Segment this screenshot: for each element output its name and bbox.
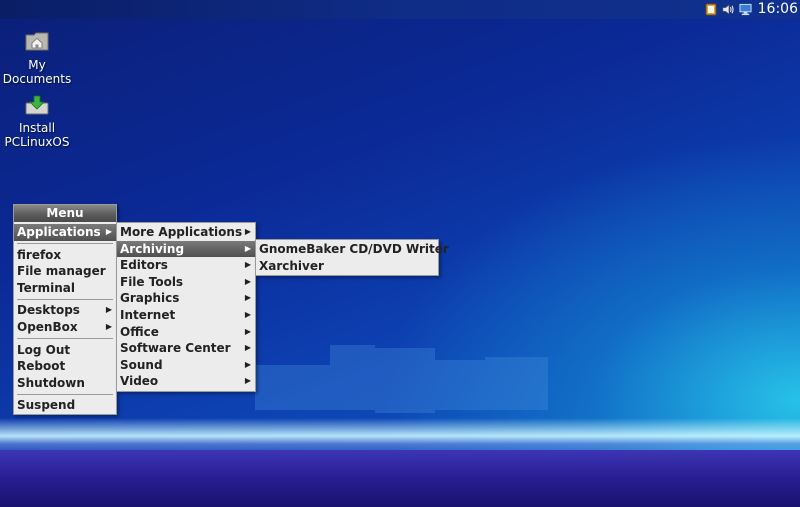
menu-item-label: Xarchiver (259, 258, 324, 273)
menu-item-label: Shutdown (17, 375, 85, 390)
submenu-arrow-icon: ▶ (244, 309, 251, 319)
submenu-arrow-icon: ▶ (244, 359, 251, 369)
menu-separator (17, 393, 113, 395)
menu-item-graphics[interactable]: Graphics ▶ (117, 290, 255, 307)
wallpaper-tile (485, 357, 548, 410)
menu-item-openbox[interactable]: OpenBox ▶ (14, 319, 116, 336)
desktop-icon-install-pclinuxos[interactable]: Install PCLinuxOS (0, 95, 74, 149)
menu-item-label: Internet (120, 307, 176, 322)
desktop-icon-label: Documents (2, 72, 72, 86)
volume-icon[interactable] (722, 3, 735, 16)
menu-item-label: Log Out (17, 342, 71, 357)
menu-item-software-center[interactable]: Software Center ▶ (117, 340, 255, 357)
submenu-arrow-icon: ▶ (105, 305, 112, 315)
menu-item-label: Office (120, 324, 159, 339)
submenu-arrow-icon: ▶ (244, 243, 251, 253)
submenu-arrow-icon: ▶ (105, 321, 112, 331)
menu-item-label: Desktops (17, 303, 80, 318)
wallpaper-tile (255, 365, 330, 410)
install-icon (25, 95, 49, 119)
menu-item-label: Sound (120, 357, 163, 372)
submenu-arrow-icon: ▶ (244, 276, 251, 286)
menu-separator (17, 243, 113, 245)
menu-item-xarchiver[interactable]: Xarchiver (256, 258, 438, 275)
submenu-arrow-icon: ▶ (244, 227, 251, 236)
menu-item-label: File manager (17, 264, 106, 279)
menu-separator (17, 298, 113, 300)
archiving-submenu: GnomeBaker CD/DVD Writer Xarchiver (255, 239, 449, 277)
wallpaper-floor (0, 450, 800, 507)
menu-item-firefox[interactable]: firefox (14, 247, 116, 264)
submenu-arrow-icon: ▶ (244, 376, 251, 386)
menu-item-video[interactable]: Video ▶ (117, 373, 255, 390)
menu-item-terminal[interactable]: Terminal (14, 280, 116, 297)
menu-item-label: OpenBox (17, 319, 78, 334)
menu-item-more-applications[interactable]: More Applications ▶ (117, 224, 255, 241)
menu-item-file-manager[interactable]: File manager (14, 263, 116, 280)
menu-item-label: Suspend (17, 398, 76, 413)
menu-item-suspend[interactable]: Suspend (14, 397, 116, 414)
wallpaper-tile (375, 348, 435, 413)
menu-item-label: Applications (17, 225, 101, 239)
menu-item-label: File Tools (120, 274, 184, 289)
menu-title: Menu (14, 205, 116, 222)
menu-item-applications[interactable]: Applications ▶ (14, 224, 116, 241)
menu-item-shutdown[interactable]: Shutdown (14, 375, 116, 392)
menu-separator (17, 338, 113, 340)
menu-item-desktops[interactable]: Desktops ▶ (14, 302, 116, 319)
menu-item-archiving[interactable]: Archiving ▶ (117, 240, 255, 258)
desktop-icon-label: My (28, 58, 46, 72)
wallpaper-tile (330, 345, 375, 410)
menu-item-label: Archiving (120, 241, 185, 256)
menu-item-label: GnomeBaker CD/DVD Writer (259, 242, 449, 256)
submenu-arrow-icon: ▶ (244, 260, 251, 270)
menu-item-label: Software Center (120, 341, 231, 356)
menu-item-label: Terminal (17, 280, 76, 295)
desktop-icon-my-documents[interactable]: My Documents (0, 30, 74, 86)
menu-item-log-out[interactable]: Log Out (14, 342, 116, 359)
menu-item-internet[interactable]: Internet ▶ (117, 307, 255, 324)
menu-item-gnomebaker[interactable]: GnomeBaker CD/DVD Writer (256, 241, 449, 258)
desktop-icon-label: PCLinuxOS (4, 135, 70, 149)
submenu-arrow-icon: ▶ (105, 227, 112, 236)
submenu-arrow-icon: ▶ (244, 293, 251, 303)
submenu-arrow-icon: ▶ (244, 326, 251, 336)
menu-item-reboot[interactable]: Reboot (14, 358, 116, 375)
menu-item-office[interactable]: Office ▶ (117, 324, 255, 341)
wallpaper-tile (435, 360, 485, 410)
menu-item-label: Reboot (17, 359, 66, 374)
home-folder-icon (25, 30, 49, 56)
system-tray: 16:06 (705, 0, 800, 19)
submenu-arrow-icon: ▶ (244, 343, 251, 353)
clock[interactable]: 16:06 (758, 0, 798, 19)
menu-item-label: Graphics (120, 291, 180, 306)
menu-item-label: Editors (120, 258, 168, 273)
menu-item-sound[interactable]: Sound ▶ (117, 357, 255, 374)
desktop-icon-label: Install (18, 121, 56, 135)
menu-item-label: More Applications (120, 225, 243, 239)
menu-item-file-tools[interactable]: File Tools ▶ (117, 274, 255, 291)
main-menu: Menu Applications ▶ firefox File manager… (13, 204, 117, 415)
clipboard-icon[interactable] (705, 3, 718, 16)
network-icon[interactable] (739, 3, 752, 16)
top-panel: 16:06 (0, 0, 800, 19)
applications-submenu: More Applications ▶ Archiving ▶ Editors ▶ F… (116, 222, 256, 392)
menu-item-editors[interactable]: Editors ▶ (117, 257, 255, 274)
menu-item-label: Video (120, 374, 159, 389)
menu-item-label: firefox (17, 247, 62, 262)
